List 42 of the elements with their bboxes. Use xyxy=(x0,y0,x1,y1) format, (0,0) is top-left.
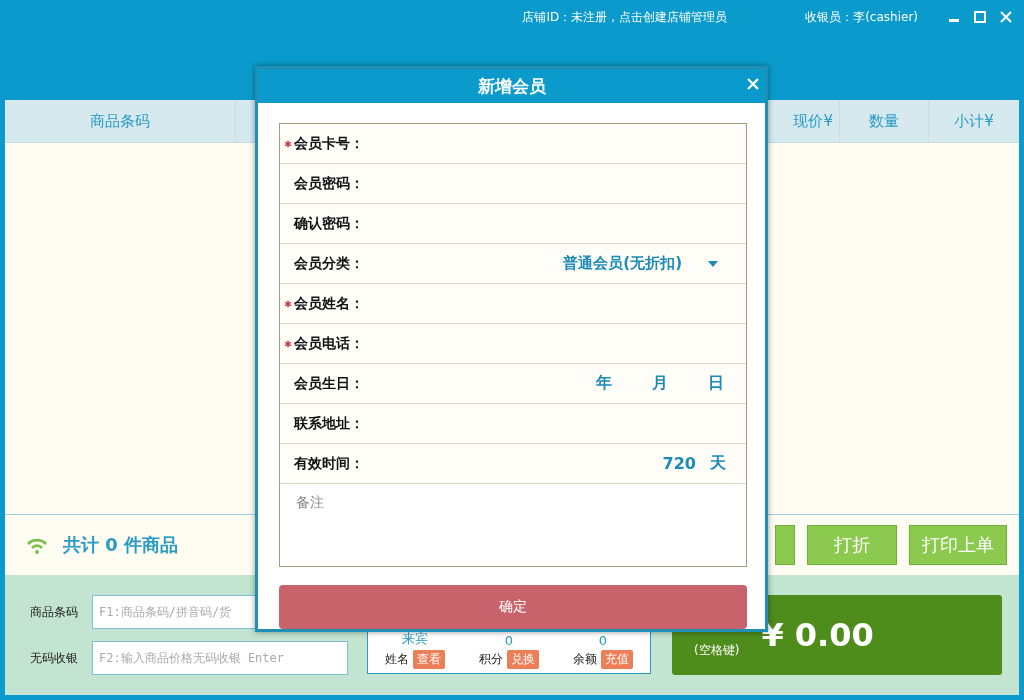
field-label: 会员密码： xyxy=(294,174,365,193)
member-action-button[interactable]: 兑换 xyxy=(507,650,539,669)
date-part-field[interactable]: 年 xyxy=(596,373,612,394)
confirm-button[interactable]: 确定 xyxy=(279,585,747,629)
wifi-icon xyxy=(25,536,49,554)
field-label: 有效时间： xyxy=(294,454,365,473)
action-button[interactable]: 打折 xyxy=(807,525,897,565)
member-action-button[interactable]: 充值 xyxy=(601,650,633,669)
column-header: 数量 xyxy=(840,100,929,142)
field-label: 会员卡号： xyxy=(294,134,365,153)
maximize-icon[interactable] xyxy=(974,11,986,23)
column-header: 小计¥ xyxy=(953,110,995,132)
date-part-field[interactable]: 日 xyxy=(708,373,724,394)
dialog-title: 新增会员 xyxy=(477,74,546,98)
member-label: 姓名 xyxy=(385,651,409,668)
field-label: 会员分类： xyxy=(294,254,365,273)
member-value: 0 xyxy=(504,633,514,648)
input-label: 商品条码 xyxy=(30,603,79,621)
action-button[interactable]: 打印上单 xyxy=(909,525,1007,565)
caret-icon xyxy=(708,260,718,267)
store-id-link[interactable]: 店铺ID：未注册，点击创建店铺管理员 xyxy=(522,9,728,25)
input-field[interactable]: F2:输入商品价格无码收银 Enter xyxy=(92,641,348,675)
member-action-button[interactable]: 查看 xyxy=(413,650,445,669)
field-label: 确认密码： xyxy=(294,214,365,233)
member-value: 0 xyxy=(598,633,608,648)
field-label: 会员电话： xyxy=(294,334,365,353)
days-field[interactable]: 720 xyxy=(662,454,696,473)
member-label: 余额 xyxy=(573,651,597,668)
item-count-label: 共计 0 件商品 xyxy=(63,533,179,557)
unit-label: 天 xyxy=(710,453,726,474)
date-part-field[interactable]: 月 xyxy=(652,373,668,394)
input-label: 无码收银 xyxy=(30,649,79,667)
field-label: 会员姓名： xyxy=(294,294,365,313)
close-icon[interactable] xyxy=(1000,11,1012,23)
column-header: 商品条码 xyxy=(5,100,236,142)
cashier-label: 收银员：李(cashier) xyxy=(805,9,918,25)
member-label: 积分 xyxy=(479,651,503,668)
field-label: 会员生日： xyxy=(294,374,365,393)
dropdown[interactable]: 普通会员(无折扣) xyxy=(563,254,718,273)
close-icon[interactable] xyxy=(747,78,759,90)
member-value: 来宾 xyxy=(402,630,428,648)
field-label: 联系地址： xyxy=(294,414,365,433)
